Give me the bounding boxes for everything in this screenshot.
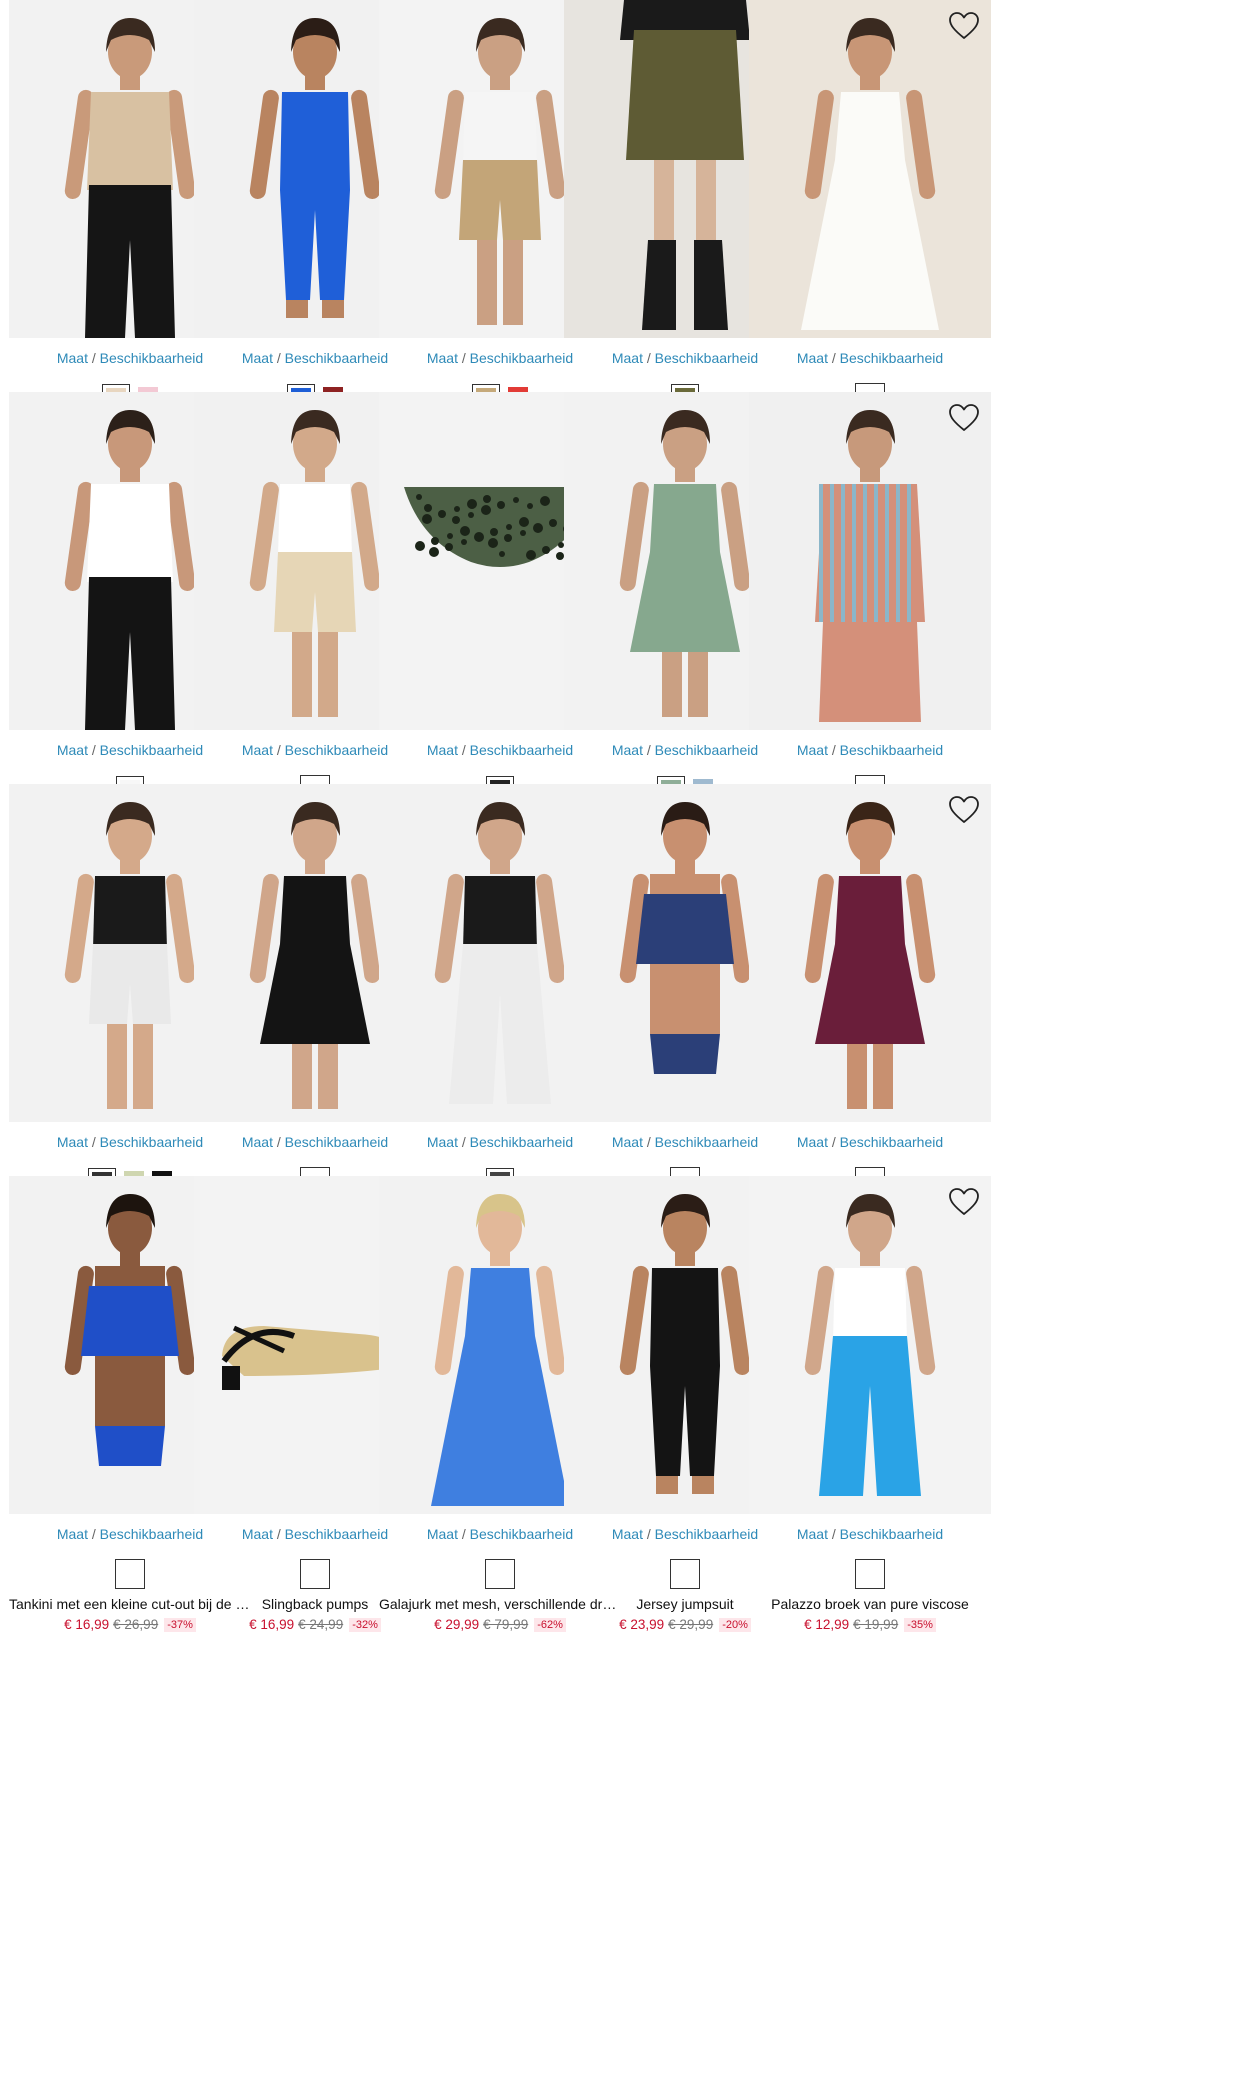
size-availability-link[interactable]: Maat / Beschikbaarheid [749,742,991,758]
separator: / [831,1526,836,1542]
availability-label: Beschikbaarheid [99,742,204,758]
separator: / [646,742,651,758]
size-label: Maat [56,1134,88,1150]
separator: / [91,350,96,366]
discount-badge: -35% [904,1618,936,1632]
separator: / [831,1134,836,1150]
size-label: Maat [56,1526,88,1542]
original-price: € 24,99 [298,1617,344,1632]
size-label: Maat [796,1526,828,1542]
availability-label: Beschikbaarheid [284,1134,389,1150]
size-label: Maat [611,1134,643,1150]
availability-label: Beschikbaarheid [284,350,389,366]
separator: / [91,1526,96,1542]
size-label: Maat [426,1134,458,1150]
color-swatch[interactable] [670,1559,700,1589]
availability-label: Beschikbaarheid [99,1526,204,1542]
separator: / [276,1134,281,1150]
separator: / [276,350,281,366]
separator: / [461,1134,466,1150]
separator: / [91,742,96,758]
sale-price: € 16,99 [249,1617,295,1632]
separator: / [461,1526,466,1542]
size-label: Maat [56,742,88,758]
sale-price: € 16,99 [64,1617,110,1632]
size-label: Maat [241,742,273,758]
size-label: Maat [796,350,828,366]
separator: / [831,742,836,758]
color-swatch[interactable] [855,1559,885,1589]
availability-label: Beschikbaarheid [284,742,389,758]
size-label: Maat [426,1526,458,1542]
product-image[interactable] [749,392,991,730]
color-swatches [749,1559,991,1589]
separator: / [461,742,466,758]
discount-badge: -37% [164,1618,196,1632]
color-swatch[interactable] [115,1559,145,1589]
availability-label: Beschikbaarheid [839,1526,944,1542]
availability-label: Beschikbaarheid [654,1526,759,1542]
sale-price: € 12,99 [804,1617,850,1632]
size-availability-link[interactable]: Maat / Beschikbaarheid [749,1526,991,1542]
availability-label: Beschikbaarheid [99,350,204,366]
availability-label: Beschikbaarheid [839,1134,944,1150]
discount-badge: -20% [719,1618,751,1632]
discount-badge: -32% [349,1618,381,1632]
availability-label: Beschikbaarheid [469,1526,574,1542]
size-availability-link[interactable]: Maat / Beschikbaarheid [749,350,991,366]
original-price: € 26,99 [113,1617,159,1632]
availability-label: Beschikbaarheid [469,350,574,366]
discount-badge: -62% [534,1618,566,1632]
product-card[interactable]: Maat / Beschikbaarheid Palazzo broek van … [749,1176,991,1676]
size-label: Maat [611,350,643,366]
size-label: Maat [241,1526,273,1542]
sale-price: € 23,99 [619,1617,665,1632]
size-availability-link[interactable]: Maat / Beschikbaarheid [749,1134,991,1150]
separator: / [646,350,651,366]
original-price: € 19,99 [853,1617,899,1632]
color-swatch[interactable] [485,1559,515,1589]
size-label: Maat [611,1526,643,1542]
original-price: € 29,99 [668,1617,714,1632]
availability-label: Beschikbaarheid [654,350,759,366]
separator: / [461,350,466,366]
size-label: Maat [796,1134,828,1150]
availability-label: Beschikbaarheid [654,1134,759,1150]
product-image[interactable] [749,784,991,1122]
separator: / [276,742,281,758]
product-title[interactable]: Palazzo broek van pure viscose [749,1596,991,1612]
wishlist-heart-icon[interactable] [948,403,980,433]
size-label: Maat [56,350,88,366]
separator: / [646,1134,651,1150]
size-label: Maat [611,742,643,758]
product-image[interactable] [749,0,991,338]
separator: / [276,1526,281,1542]
wishlist-heart-icon[interactable] [948,1187,980,1217]
wishlist-heart-icon[interactable] [948,795,980,825]
availability-label: Beschikbaarheid [99,1134,204,1150]
separator: / [646,1526,651,1542]
availability-label: Beschikbaarheid [654,742,759,758]
color-swatch[interactable] [300,1559,330,1589]
separator: / [91,1134,96,1150]
sale-price: € 29,99 [434,1617,480,1632]
availability-label: Beschikbaarheid [469,742,574,758]
size-label: Maat [796,742,828,758]
original-price: € 79,99 [483,1617,529,1632]
product-image[interactable] [749,1176,991,1514]
availability-label: Beschikbaarheid [469,1134,574,1150]
availability-label: Beschikbaarheid [839,350,944,366]
size-label: Maat [241,350,273,366]
availability-label: Beschikbaarheid [839,742,944,758]
size-label: Maat [426,742,458,758]
separator: / [831,350,836,366]
size-label: Maat [241,1134,273,1150]
availability-label: Beschikbaarheid [284,1526,389,1542]
wishlist-heart-icon[interactable] [948,11,980,41]
size-label: Maat [426,350,458,366]
price-row: € 12,99 € 19,99 -35% [749,1617,991,1632]
